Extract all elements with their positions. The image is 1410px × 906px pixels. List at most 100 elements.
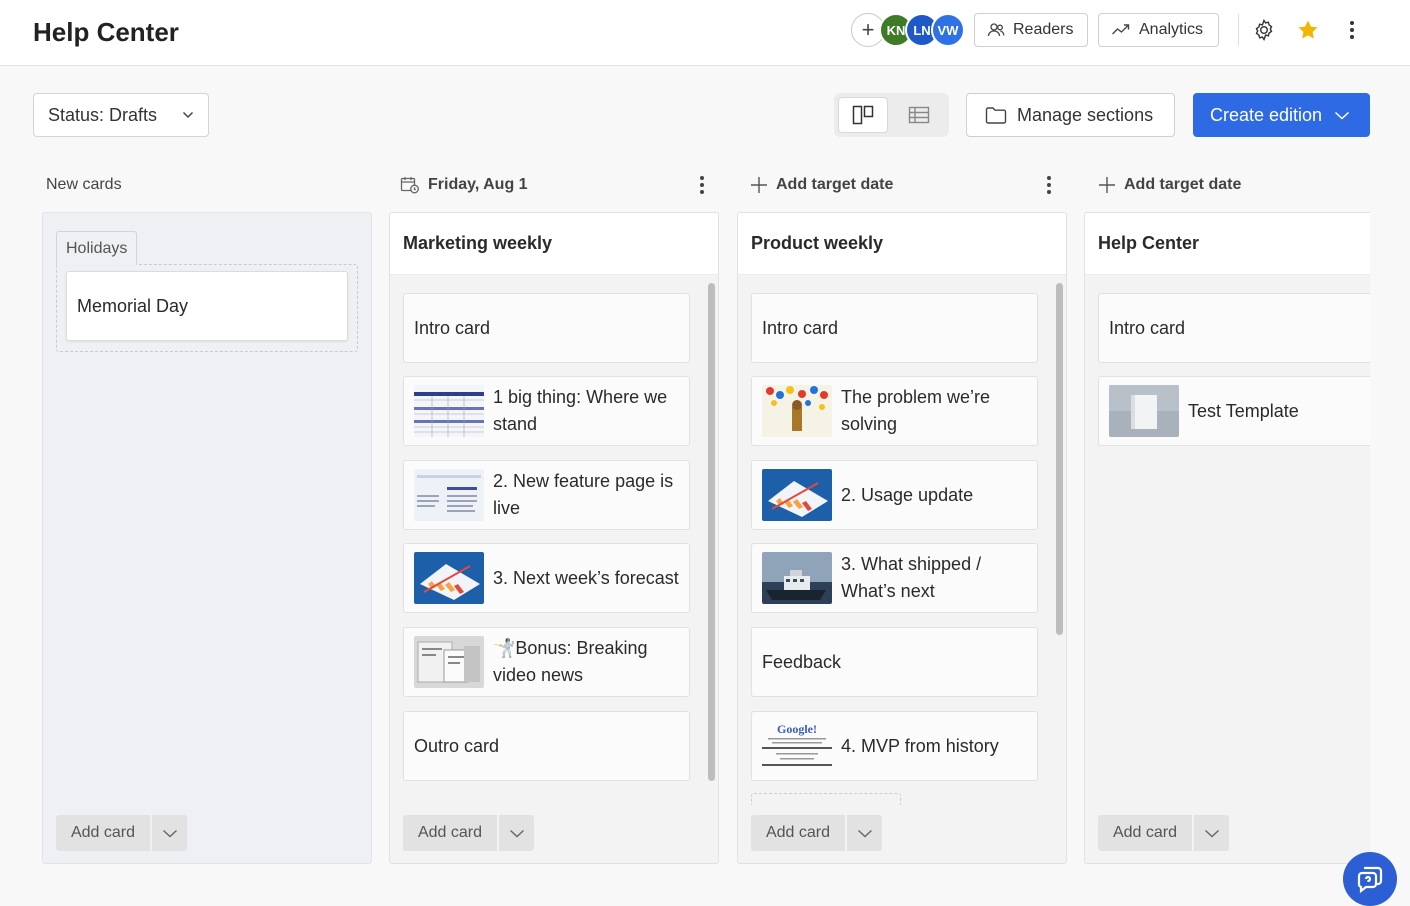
view-toggle — [834, 93, 949, 137]
card-thumbnail: Google! — [762, 720, 832, 772]
readers-label: Readers — [1013, 21, 1073, 39]
add-card-control: Add card — [56, 815, 187, 851]
status-filter-select[interactable]: Status: Drafts — [33, 93, 209, 137]
add-card-control: Add card — [1098, 815, 1229, 851]
card-title: Outro card — [414, 733, 499, 760]
card-thumbnail — [1109, 385, 1179, 437]
story-card[interactable]: Feedback — [751, 627, 1038, 697]
folder-icon — [985, 106, 1007, 124]
card-title: 2. Usage update — [841, 482, 973, 509]
card-thumbnail — [762, 552, 832, 604]
story-card[interactable]: 3. Next week’s forecast — [403, 543, 690, 613]
plus-icon — [1098, 176, 1116, 194]
column-new-cards: Holidays Memorial Day Add card — [42, 212, 372, 864]
users-icon — [987, 21, 1005, 39]
story-card[interactable]: Test Template — [1098, 376, 1370, 446]
chevron-down-icon — [857, 829, 873, 838]
drop-zone — [751, 793, 901, 805]
add-target-date-label: Add target date — [776, 176, 893, 194]
story-card[interactable]: 2. New feature page is live — [403, 460, 690, 530]
toolbar-divider — [1238, 14, 1239, 46]
card-title: 4. MVP from history — [841, 733, 999, 760]
column-title: Help Center — [1085, 213, 1370, 275]
card-title: 2. New feature page is live — [493, 468, 679, 522]
column-title: Product weekly — [738, 213, 1066, 275]
column-menu-button[interactable] — [1044, 172, 1054, 198]
add-target-date-button[interactable]: Add target date — [750, 172, 893, 198]
settings-button[interactable] — [1248, 14, 1280, 46]
card-title: Test Template — [1188, 398, 1299, 425]
add-card-button[interactable]: Add card — [56, 815, 150, 851]
google-page-image: Google! — [762, 720, 832, 772]
add-card-dropdown[interactable] — [1194, 815, 1229, 851]
favorite-button[interactable] — [1292, 14, 1324, 46]
card-title: 1 big thing: Where we stand — [493, 384, 679, 438]
story-card[interactable]: 2. Usage update — [751, 460, 1038, 530]
kebab-icon — [699, 175, 705, 195]
card-title: Intro card — [1109, 315, 1185, 342]
add-target-date-button[interactable]: Add target date — [1098, 172, 1241, 198]
column-header-new-cards: New cards — [46, 172, 122, 198]
chevron-down-icon — [1204, 829, 1220, 838]
target-date-label: Friday, Aug 1 — [428, 176, 528, 194]
add-card-button[interactable]: Add card — [403, 815, 497, 851]
add-card-button[interactable]: Add card — [751, 815, 845, 851]
create-edition-button[interactable]: Create edition — [1193, 93, 1370, 137]
card-thumbnail — [762, 385, 832, 437]
story-card[interactable]: 1 big thing: Where we stand — [403, 376, 690, 446]
story-card[interactable]: The problem we’re solving — [751, 376, 1038, 446]
plus-icon — [750, 176, 768, 194]
avatar-initials: KN — [887, 23, 906, 38]
target-date-picker[interactable]: Friday, Aug 1 — [400, 172, 528, 198]
card-thumbnail — [414, 385, 484, 437]
add-target-date-label: Add target date — [1124, 176, 1241, 194]
story-card[interactable]: 3. What shipped / What’s next — [751, 543, 1038, 613]
column-marketing-weekly: Marketing weekly Intro card 1 big thing:… — [389, 212, 719, 864]
holidays-group-tab[interactable]: Holidays — [56, 231, 137, 265]
column-scrollbar[interactable] — [708, 283, 715, 781]
list-view-button[interactable] — [894, 97, 944, 133]
board-view-button[interactable] — [838, 97, 888, 133]
card-title: The problem we’re solving — [841, 384, 1027, 438]
list-view-icon — [908, 106, 930, 124]
add-card-dropdown[interactable] — [499, 815, 534, 851]
column-header-label: New cards — [46, 176, 122, 194]
star-icon — [1296, 18, 1320, 42]
readers-button[interactable]: Readers — [974, 13, 1088, 47]
holiday-card[interactable]: Memorial Day — [66, 271, 348, 341]
chevron-down-icon — [162, 829, 178, 838]
screens-image — [414, 636, 484, 688]
column-title: Marketing weekly — [390, 213, 718, 275]
analytics-button[interactable]: Analytics — [1098, 13, 1219, 47]
manage-sections-button[interactable]: Manage sections — [966, 93, 1175, 137]
story-card[interactable]: Outro card — [403, 711, 690, 781]
calendar-clock-icon — [400, 176, 420, 194]
avatar[interactable]: VW — [931, 13, 965, 47]
add-card-dropdown[interactable] — [152, 815, 187, 851]
avatar-initials: LN — [913, 23, 930, 38]
story-card[interactable]: Intro card — [403, 293, 690, 363]
template-image — [1109, 385, 1179, 437]
table-image — [414, 385, 484, 437]
ship-image — [762, 552, 832, 604]
story-card[interactable]: Intro card — [751, 293, 1038, 363]
board-view-icon — [852, 105, 874, 125]
card-title: Feedback — [762, 649, 841, 676]
status-filter-value: Status: Drafts — [48, 105, 157, 126]
add-card-button[interactable]: Add card — [1098, 815, 1192, 851]
column-menu-button[interactable] — [697, 172, 707, 198]
help-chat-button[interactable] — [1343, 852, 1397, 906]
card-title: Memorial Day — [77, 296, 188, 317]
social-icons-image — [762, 385, 832, 437]
card-thumbnail — [414, 552, 484, 604]
gear-icon — [1252, 18, 1276, 42]
kebab-icon — [1046, 175, 1052, 195]
column-scrollbar[interactable] — [1056, 283, 1063, 635]
add-card-dropdown[interactable] — [847, 815, 882, 851]
story-card[interactable]: Intro card — [1098, 293, 1370, 363]
card-title: 3. Next week’s forecast — [493, 565, 679, 592]
story-card[interactable]: 🤺Bonus: Breaking video news — [403, 627, 690, 697]
story-card[interactable]: Google! 4. MVP from history — [751, 711, 1038, 781]
more-options-button[interactable] — [1336, 14, 1368, 46]
card-thumbnail — [762, 469, 832, 521]
